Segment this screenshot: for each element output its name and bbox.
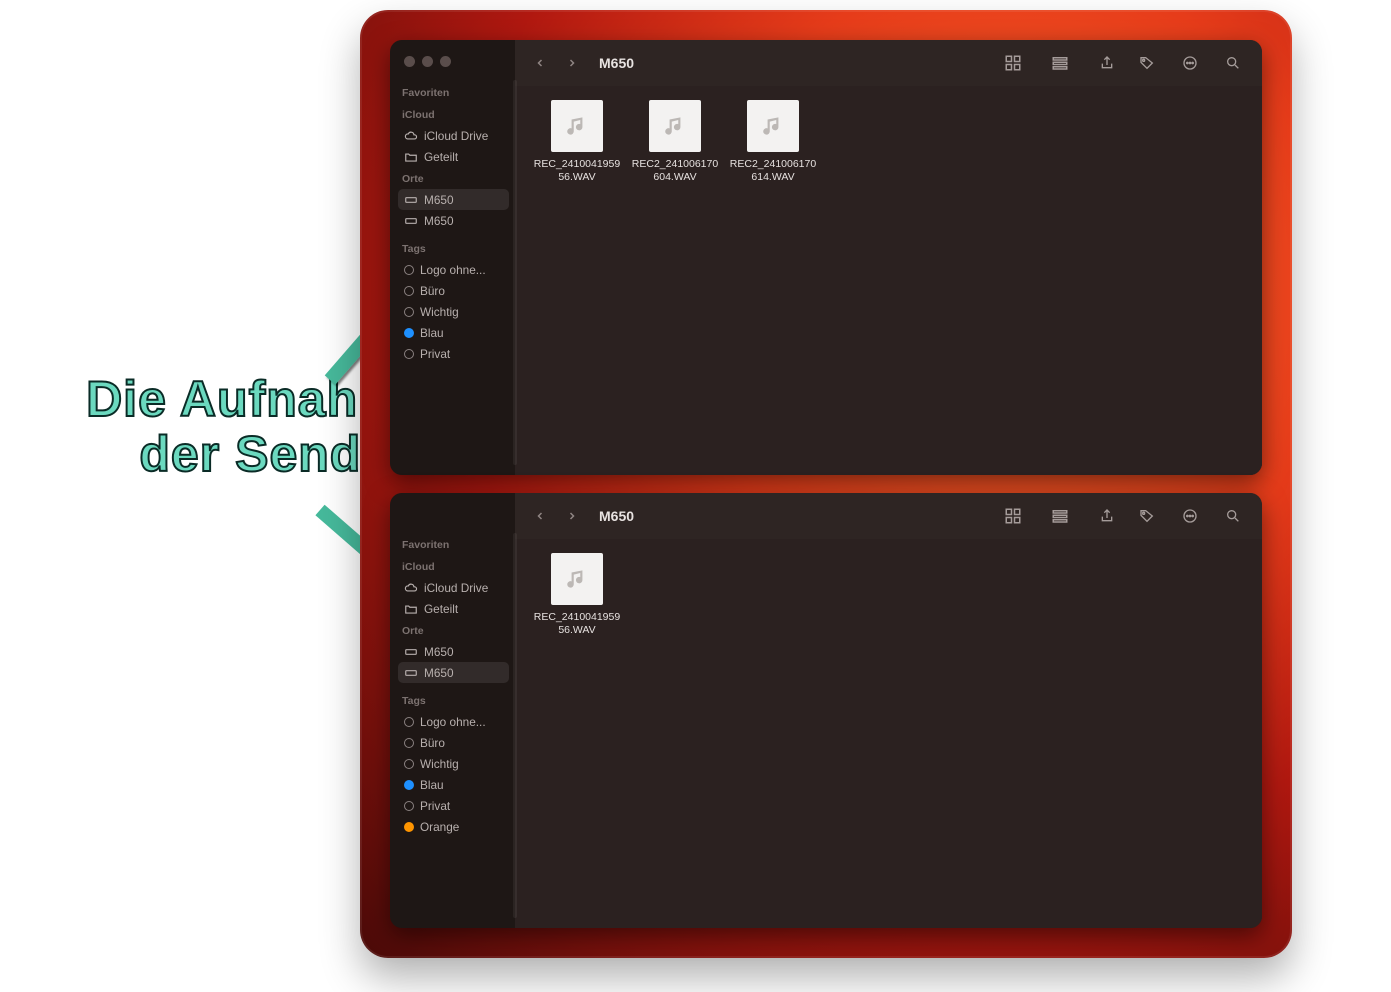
minimize-icon[interactable] — [422, 56, 433, 67]
share-icon[interactable] — [1092, 51, 1122, 75]
sidebar-item-icloud-drive[interactable]: iCloud Drive — [398, 125, 509, 146]
window-title: M650 — [599, 55, 634, 71]
sidebar-section-favoriten: Favoriten — [398, 81, 509, 103]
close-icon[interactable] — [404, 56, 415, 67]
tag-dot-icon — [404, 307, 414, 317]
audio-file-icon — [747, 100, 799, 152]
file-item[interactable]: REC_241004195956.WAV — [531, 100, 623, 184]
back-button[interactable] — [529, 505, 551, 527]
tag-dot-icon — [404, 286, 414, 296]
window-controls[interactable] — [398, 54, 509, 81]
tag-dot-icon — [404, 759, 414, 769]
sidebar-item-icloud-drive[interactable]: iCloud Drive — [398, 577, 509, 598]
sidebar-section-tags: Tags — [398, 237, 509, 259]
drive-icon — [404, 645, 418, 659]
window-title: M650 — [599, 508, 634, 524]
drive-icon — [404, 193, 418, 207]
folder-icon — [404, 602, 418, 616]
audio-file-icon — [551, 100, 603, 152]
sidebar-section-orte: Orte — [398, 167, 509, 189]
cloud-icon — [404, 581, 418, 595]
sidebar-tag[interactable]: Büro — [398, 280, 509, 301]
sidebar-tag[interactable]: Blau — [398, 774, 509, 795]
forward-button[interactable] — [561, 505, 583, 527]
file-item[interactable]: REC2_241006170604.WAV — [629, 100, 721, 184]
toolbar: M650 — [515, 40, 1262, 86]
back-button[interactable] — [529, 52, 551, 74]
group-icon[interactable] — [1038, 504, 1082, 528]
share-icon[interactable] — [1092, 504, 1122, 528]
tag-icon[interactable] — [1132, 51, 1162, 75]
sidebar-item-geteilt[interactable]: Geteilt — [398, 598, 509, 619]
search-icon[interactable] — [1218, 504, 1248, 528]
audio-file-icon — [551, 553, 603, 605]
cloud-icon — [404, 129, 418, 143]
sidebar-item-m650[interactable]: M650 — [398, 210, 509, 231]
sidebar-tag[interactable]: Wichtig — [398, 301, 509, 322]
sidebar-item-m650[interactable]: M650 — [398, 662, 509, 683]
sidebar-section-icloud: iCloud — [398, 555, 509, 577]
sidebar-tag[interactable]: Blau — [398, 322, 509, 343]
drive-icon — [404, 666, 418, 680]
sidebar-item-m650[interactable]: M650 — [398, 641, 509, 662]
sidebar-section-tags: Tags — [398, 689, 509, 711]
view-icon[interactable] — [998, 504, 1028, 528]
file-name: REC_241004195956.WAV — [534, 611, 620, 637]
search-icon[interactable] — [1218, 51, 1248, 75]
sidebar-section-favoriten: Favoriten — [398, 533, 509, 555]
sidebar-section-orte: Orte — [398, 619, 509, 641]
file-item[interactable]: REC_241004195956.WAV — [531, 553, 623, 637]
desktop-background: Favoriten iCloud iCloud Drive Geteilt Or… — [360, 10, 1292, 958]
sidebar-tag[interactable]: Logo ohne... — [398, 259, 509, 280]
sidebar-tag[interactable]: Orange — [398, 816, 509, 837]
toolbar: M650 — [515, 493, 1262, 539]
tag-dot-icon — [404, 265, 414, 275]
folder-icon — [404, 150, 418, 164]
tag-icon[interactable] — [1132, 504, 1162, 528]
sidebar-item-m650[interactable]: M650 — [398, 189, 509, 210]
file-item[interactable]: REC2_241006170614.WAV — [727, 100, 819, 184]
sidebar-tag[interactable]: Büro — [398, 732, 509, 753]
sidebar-tag[interactable]: Wichtig — [398, 753, 509, 774]
sidebar-tag[interactable]: Logo ohne... — [398, 711, 509, 732]
tag-dot-icon — [404, 717, 414, 727]
file-grid[interactable]: REC_241004195956.WAV REC2_241006170604.W… — [515, 86, 1262, 475]
audio-file-icon — [649, 100, 701, 152]
file-name: REC2_241006170614.WAV — [730, 158, 816, 184]
file-grid[interactable]: REC_241004195956.WAV — [515, 539, 1262, 928]
sidebar-item-geteilt[interactable]: Geteilt — [398, 146, 509, 167]
sidebar-tag[interactable]: Privat — [398, 343, 509, 364]
action-icon[interactable] — [1172, 51, 1208, 75]
sidebar: Favoriten iCloud iCloud Drive Geteilt Or… — [390, 40, 515, 475]
sidebar-scrollbar[interactable] — [513, 80, 517, 465]
tag-dot-icon — [404, 822, 414, 832]
sidebar-scrollbar[interactable] — [513, 533, 517, 918]
file-name: REC_241004195956.WAV — [534, 158, 620, 184]
finder-window: Favoriten iCloud iCloud Drive Geteilt Or… — [390, 493, 1262, 928]
view-icon[interactable] — [998, 51, 1028, 75]
drive-icon — [404, 214, 418, 228]
tag-dot-icon — [404, 328, 414, 338]
file-name: REC2_241006170604.WAV — [632, 158, 718, 184]
zoom-icon[interactable] — [440, 56, 451, 67]
forward-button[interactable] — [561, 52, 583, 74]
finder-main: M650 REC_241004195956.WAV REC2_241006170… — [515, 40, 1262, 475]
action-icon[interactable] — [1172, 504, 1208, 528]
tag-dot-icon — [404, 738, 414, 748]
sidebar-tag[interactable]: Privat — [398, 795, 509, 816]
sidebar: Favoriten iCloud iCloud Drive Geteilt Or… — [390, 493, 515, 928]
group-icon[interactable] — [1038, 51, 1082, 75]
tag-dot-icon — [404, 349, 414, 359]
tag-dot-icon — [404, 780, 414, 790]
sidebar-section-icloud: iCloud — [398, 103, 509, 125]
finder-window: Favoriten iCloud iCloud Drive Geteilt Or… — [390, 40, 1262, 475]
tag-dot-icon — [404, 801, 414, 811]
finder-main: M650 REC_241004195956.WAV — [515, 493, 1262, 928]
